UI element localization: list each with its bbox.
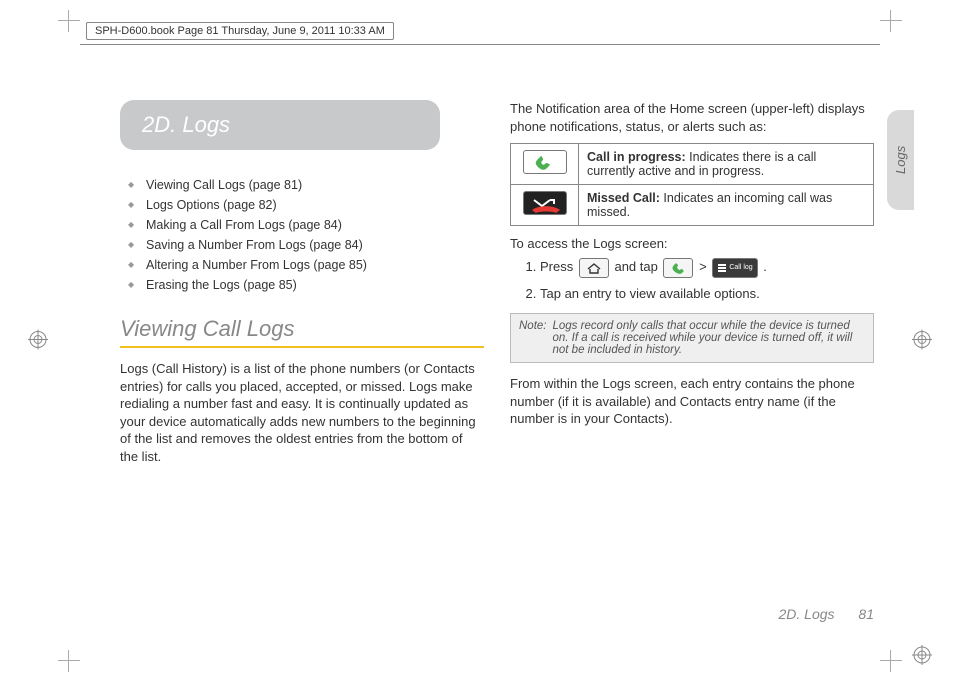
note-label: Note: bbox=[519, 320, 547, 356]
step-item: Tap an entry to view available options. bbox=[540, 284, 874, 304]
toc-item: Altering a Number From Logs (page 85) bbox=[120, 258, 484, 272]
crop-mark-icon bbox=[58, 650, 80, 672]
registration-mark-icon bbox=[912, 330, 932, 353]
notification-label: Missed Call: bbox=[587, 191, 660, 205]
call-log-icon: Call log bbox=[712, 258, 757, 278]
notification-desc-cell: Missed Call: Indicates an incoming call … bbox=[579, 185, 874, 226]
paragraph-notification-intro: The Notification area of the Home screen… bbox=[510, 100, 874, 135]
side-tab-logs: Logs bbox=[887, 110, 914, 210]
step-text: > bbox=[699, 259, 710, 274]
registration-mark-icon bbox=[912, 645, 932, 668]
heading-viewing-call-logs: Viewing Call Logs bbox=[120, 316, 484, 348]
toc-list: Viewing Call Logs (page 81) Logs Options… bbox=[120, 178, 484, 292]
document-header-text: SPH-D600.book Page 81 Thursday, June 9, … bbox=[86, 22, 394, 40]
call-log-label: Call log bbox=[729, 264, 752, 271]
left-column: 2D. Logs Viewing Call Logs (page 81) Log… bbox=[120, 100, 484, 465]
step-text: and tap bbox=[614, 259, 661, 274]
note-box: Note: Logs record only calls that occur … bbox=[510, 313, 874, 363]
right-column: The Notification area of the Home screen… bbox=[510, 100, 874, 465]
paragraph-after-note: From within the Logs screen, each entry … bbox=[510, 375, 874, 428]
step-text: Press bbox=[540, 259, 577, 274]
crop-mark-icon bbox=[880, 650, 902, 672]
note-text: Logs record only calls that occur while … bbox=[553, 320, 866, 356]
table-row: Call in progress: Indicates there is a c… bbox=[511, 144, 874, 185]
step-item: Press and tap > Call log . bbox=[540, 257, 874, 278]
crop-mark-icon bbox=[880, 10, 902, 32]
footer-section-title: 2D. Logs bbox=[778, 606, 834, 622]
document-header: SPH-D600.book Page 81 Thursday, June 9, … bbox=[80, 18, 880, 45]
home-key-icon bbox=[579, 258, 609, 278]
table-row: Missed Call: Indicates an incoming call … bbox=[511, 185, 874, 226]
step-text: . bbox=[763, 259, 767, 274]
notification-desc-cell: Call in progress: Indicates there is a c… bbox=[579, 144, 874, 185]
icon-cell bbox=[511, 144, 579, 185]
notification-label: Call in progress: bbox=[587, 150, 686, 164]
toc-item: Saving a Number From Logs (page 84) bbox=[120, 238, 484, 252]
section-title-badge: 2D. Logs bbox=[120, 100, 440, 150]
icon-cell bbox=[511, 185, 579, 226]
toc-item: Viewing Call Logs (page 81) bbox=[120, 178, 484, 192]
phone-app-icon bbox=[663, 258, 693, 278]
access-heading: To access the Logs screen: bbox=[510, 236, 874, 251]
footer-page-number: 81 bbox=[858, 606, 874, 622]
call-in-progress-icon bbox=[523, 150, 567, 174]
paragraph-viewing: Logs (Call History) is a list of the pho… bbox=[120, 360, 484, 465]
crop-mark-icon bbox=[58, 10, 80, 32]
page-content: Logs 2D. Logs Viewing Call Logs (page 81… bbox=[120, 100, 874, 622]
steps-list: Press and tap > Call log . Tap bbox=[510, 257, 874, 303]
notification-table: Call in progress: Indicates there is a c… bbox=[510, 143, 874, 226]
registration-mark-icon bbox=[28, 330, 48, 353]
toc-item: Erasing the Logs (page 85) bbox=[120, 278, 484, 292]
missed-call-icon bbox=[523, 191, 567, 215]
page-footer: 2D. Logs 81 bbox=[778, 606, 874, 622]
toc-item: Making a Call From Logs (page 84) bbox=[120, 218, 484, 232]
toc-item: Logs Options (page 82) bbox=[120, 198, 484, 212]
